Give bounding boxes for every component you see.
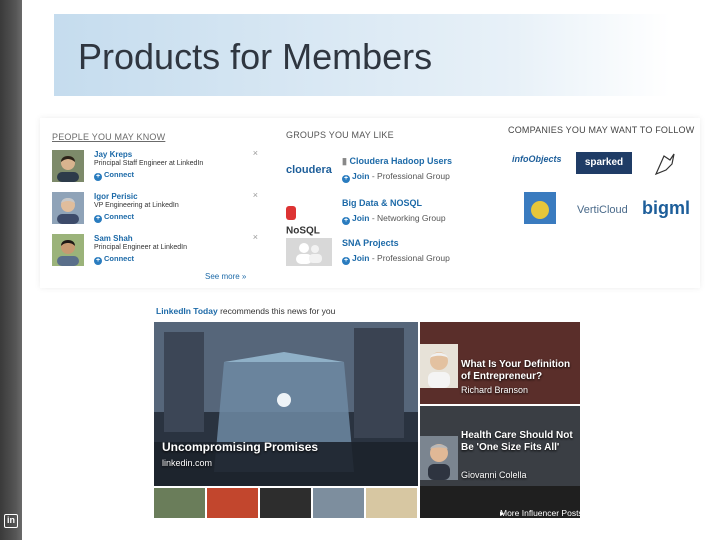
slide-title: Products for Members bbox=[78, 36, 433, 77]
group-item: SNA Projects + Join - Professional Group bbox=[286, 236, 486, 270]
group-placeholder-icon[interactable] bbox=[286, 238, 332, 266]
join-group-button[interactable]: + Join - Professional Group bbox=[342, 253, 450, 265]
person-role: Principal Staff Engineer at LinkedIn bbox=[94, 160, 204, 167]
left-rail: in bbox=[0, 0, 22, 540]
story-title[interactable]: What Is Your Definition of Entrepreneur? bbox=[461, 359, 580, 383]
join-label: Join bbox=[352, 171, 370, 181]
hero-article[interactable]: Uncompromising Promises linkedin.com bbox=[154, 322, 418, 486]
bird-logo-icon[interactable] bbox=[652, 150, 678, 178]
thumbnail[interactable] bbox=[366, 488, 417, 518]
database-icon bbox=[286, 205, 296, 220]
plus-icon: + bbox=[94, 215, 102, 223]
person-card: Sam Shah Principal Engineer at LinkedIn … bbox=[52, 232, 258, 268]
more-influencer-posts-link[interactable]: More Influencer Posts ▸ bbox=[420, 486, 583, 518]
author-photo bbox=[420, 436, 458, 480]
person-name[interactable]: Sam Shah bbox=[94, 234, 133, 243]
dismiss-icon[interactable]: × bbox=[253, 190, 258, 200]
linkedin-today-link[interactable]: LinkedIn Today bbox=[156, 306, 218, 316]
group-name[interactable]: Big Data & NOSQL bbox=[342, 198, 422, 208]
connect-button[interactable]: + Connect bbox=[94, 212, 134, 223]
join-group-button[interactable]: + Join - Networking Group bbox=[342, 213, 446, 225]
group-type: Networking Group bbox=[377, 213, 446, 223]
arrow-right-icon: ▸ bbox=[500, 508, 505, 518]
person-avatar[interactable] bbox=[52, 192, 84, 224]
connect-button[interactable]: + Connect bbox=[94, 254, 134, 265]
cloudera-logo[interactable]: cloudera bbox=[286, 156, 332, 184]
person-role: Principal Engineer at LinkedIn bbox=[94, 244, 188, 251]
thumbnail[interactable] bbox=[313, 488, 364, 518]
group-item: NoSQL Big Data & NOSQL + Join - Networkin… bbox=[286, 196, 486, 236]
person-card: Igor Perisic VP Engineering at LinkedIn … bbox=[52, 190, 258, 226]
linkedin-today-panel: LinkedIn Today recommends this news for … bbox=[154, 298, 583, 520]
person-name[interactable]: Jay Kreps bbox=[94, 150, 132, 159]
person-avatar[interactable] bbox=[52, 150, 84, 182]
group-item: cloudera ▮ Cloudera Hadoop Users + Join -… bbox=[286, 154, 486, 188]
bigml-logo[interactable]: bigml bbox=[642, 198, 690, 219]
verticloud-logo[interactable]: VertiCloud bbox=[577, 204, 628, 216]
see-more-link[interactable]: See more » bbox=[205, 272, 246, 281]
group-type: Professional Group bbox=[377, 253, 450, 263]
join-group-button[interactable]: + Join - Professional Group bbox=[342, 171, 450, 183]
thumbnail[interactable] bbox=[260, 488, 311, 518]
hero-title[interactable]: Uncompromising Promises bbox=[162, 440, 318, 454]
title-banner: Products for Members bbox=[54, 14, 670, 96]
sparked-logo[interactable]: sparked bbox=[576, 152, 632, 174]
plus-icon: + bbox=[342, 175, 350, 183]
groups-section-title: Groups You May Like bbox=[286, 130, 394, 140]
connect-button[interactable]: + Connect bbox=[94, 170, 134, 181]
more-link-text: More Influencer Posts bbox=[500, 508, 583, 518]
chug-logo-icon[interactable] bbox=[524, 192, 556, 224]
story-title[interactable]: Health Care Should Not Be 'One Size Fits… bbox=[461, 430, 580, 454]
person-card: Jay Kreps Principal Staff Engineer at Li… bbox=[52, 148, 258, 184]
plus-icon: + bbox=[94, 173, 102, 181]
story-card[interactable]: Health Care Should Not Be 'One Size Fits… bbox=[420, 406, 580, 486]
hero-source: linkedin.com bbox=[162, 458, 213, 468]
people-section-title[interactable]: People You May Know bbox=[52, 132, 165, 142]
thumbnail[interactable] bbox=[154, 488, 205, 518]
nosql-logo[interactable]: NoSQL bbox=[286, 198, 332, 236]
plus-icon: + bbox=[94, 257, 102, 265]
companies-section-title: Companies You May Want To Follow bbox=[508, 125, 695, 135]
plus-icon: + bbox=[342, 257, 350, 265]
group-name[interactable]: SNA Projects bbox=[342, 238, 399, 248]
group-type: Professional Group bbox=[377, 171, 450, 181]
join-label: Join bbox=[352, 213, 370, 223]
dismiss-icon[interactable]: × bbox=[253, 232, 258, 242]
person-name[interactable]: Igor Perisic bbox=[94, 192, 138, 201]
linkedin-logo-icon: in bbox=[4, 514, 18, 528]
connect-label: Connect bbox=[104, 170, 134, 179]
nosql-logo-text: NoSQL bbox=[286, 225, 320, 237]
connect-label: Connect bbox=[104, 212, 134, 221]
group-name-label: Cloudera Hadoop Users bbox=[349, 156, 452, 166]
infoobjects-logo[interactable]: infoObjects bbox=[512, 154, 562, 164]
author-photo bbox=[420, 344, 458, 388]
news-heading: LinkedIn Today recommends this news for … bbox=[156, 306, 335, 316]
dismiss-icon[interactable]: × bbox=[253, 148, 258, 158]
connect-label: Connect bbox=[104, 254, 134, 263]
news-heading-suffix: recommends this news for you bbox=[217, 306, 336, 316]
story-author[interactable]: Richard Branson bbox=[461, 385, 528, 395]
thumbnail[interactable] bbox=[207, 488, 258, 518]
story-author[interactable]: Giovanni Colella bbox=[461, 470, 527, 480]
person-avatar[interactable] bbox=[52, 234, 84, 266]
story-card[interactable]: What Is Your Definition of Entrepreneur?… bbox=[420, 322, 580, 404]
person-role: VP Engineering at LinkedIn bbox=[94, 202, 179, 209]
join-label: Join bbox=[352, 253, 370, 263]
thumbnail-strip bbox=[154, 488, 418, 518]
plus-icon: + bbox=[342, 217, 350, 225]
recommendations-panel: People You May Know Jay Kreps Principal … bbox=[40, 118, 700, 288]
group-name[interactable]: ▮ Cloudera Hadoop Users bbox=[342, 156, 452, 167]
